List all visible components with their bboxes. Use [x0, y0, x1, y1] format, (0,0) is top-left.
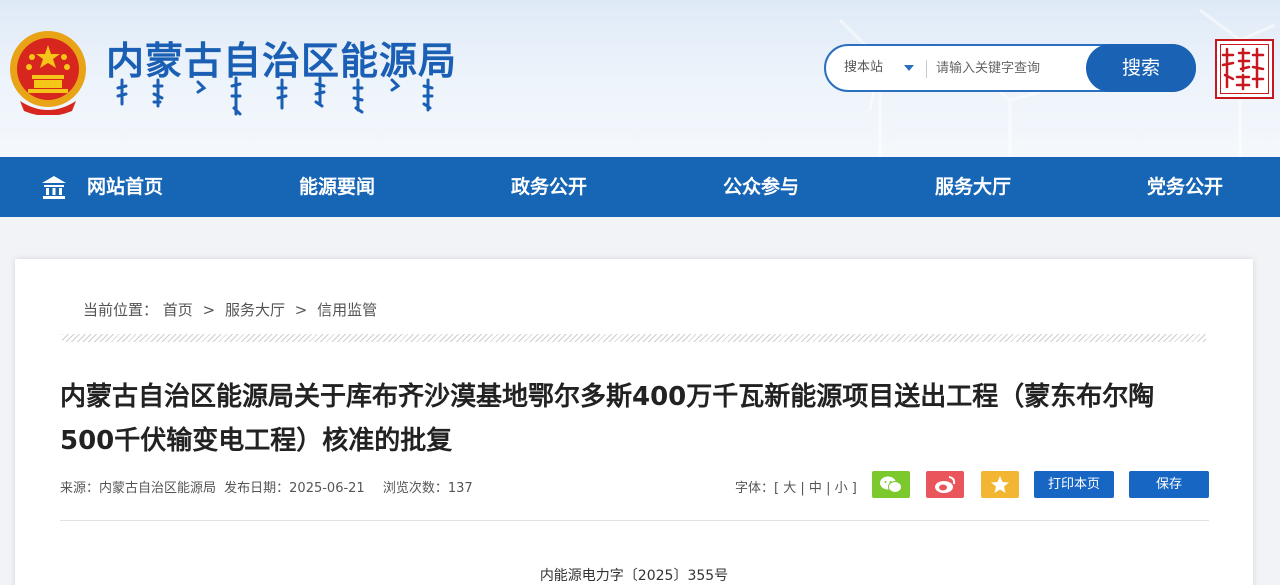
chevron-down-icon[interactable] [904, 65, 914, 71]
save-button[interactable]: 保存 [1129, 471, 1209, 498]
breadcrumb-separator: > [294, 301, 308, 319]
meta-divider [60, 520, 1209, 521]
breadcrumb-link-credit-supervision[interactable]: 信用监管 [317, 299, 377, 320]
inner-mongolia-seal-icon [1215, 39, 1274, 99]
font-size-medium[interactable]: 中 [809, 481, 822, 496]
search-box: 搜本站 搜索 [824, 44, 1196, 92]
mongolian-script-title [116, 76, 434, 116]
breadcrumb-separator: > [202, 301, 216, 319]
breadcrumb-prefix: 当前位置： [83, 301, 159, 319]
main-nav: 网站首页 能源要闻 政务公开 公众参与 服务大厅 党务公开 [0, 157, 1280, 217]
font-size-close: ] [851, 481, 857, 496]
breadcrumb-link-service-hall[interactable]: 服务大厅 [225, 299, 285, 320]
article-source: 来源：内蒙古自治区能源局 [60, 481, 217, 496]
nav-item-party-affairs[interactable]: 党务公开 [1147, 157, 1223, 217]
article-publish-date: 发布日期：2025-06-21 [224, 481, 365, 496]
nav-item-public-participation[interactable]: 公众参与 [723, 157, 799, 217]
wechat-icon [880, 476, 902, 493]
font-size-control: 字体：[ 大 | 中 | 小 ] [735, 477, 857, 496]
nav-item-energy-news[interactable]: 能源要闻 [299, 157, 375, 217]
font-size-separator: | [800, 481, 805, 496]
hatched-divider [62, 334, 1206, 342]
nav-item-home[interactable]: 网站首页 [87, 157, 163, 217]
font-size-separator: | [826, 481, 831, 496]
document-number: 内能源电力字〔2025〕355号 [539, 568, 729, 584]
search-input[interactable] [936, 54, 1086, 82]
star-icon [991, 476, 1009, 493]
home-icon[interactable] [41, 174, 67, 200]
nav-item-service-hall[interactable]: 服务大厅 [935, 157, 1011, 217]
nav-item-government-affairs[interactable]: 政务公开 [511, 157, 587, 217]
font-size-small[interactable]: 小 [835, 481, 848, 496]
site-header: 内蒙古自治区能源局 搜本站 搜索 [0, 0, 1280, 157]
share-wechat-button[interactable] [872, 471, 910, 498]
print-button[interactable]: 打印本页 [1034, 471, 1114, 498]
article-view-count: 浏览次数：137 [382, 481, 473, 496]
seal-glyphs [1221, 47, 1265, 91]
search-button[interactable]: 搜索 [1086, 44, 1196, 92]
breadcrumb-link-home[interactable]: 首页 [163, 299, 193, 320]
font-size-label: 字体：[ [735, 481, 780, 496]
article-meta: 来源：内蒙古自治区能源局 发布日期：2025-06-21 浏览次数：137 [60, 477, 477, 496]
favorite-button[interactable] [981, 471, 1019, 498]
search-scope-select[interactable]: 搜本站 [844, 46, 883, 90]
search-divider [926, 60, 927, 78]
article-card: 当前位置： 首页 > 服务大厅 > 信用监管 内蒙古自治区能源局关于库布齐沙漠基… [15, 259, 1253, 585]
share-weibo-button[interactable] [926, 471, 964, 498]
weibo-icon [935, 476, 956, 493]
national-emblem-icon [10, 31, 86, 115]
breadcrumb: 当前位置： 首页 > 服务大厅 > 信用监管 [83, 299, 377, 320]
article-title: 内蒙古自治区能源局关于库布齐沙漠基地鄂尔多斯400万千瓦新能源项目送出工程（蒙东… [60, 382, 1155, 456]
font-size-large[interactable]: 大 [783, 481, 796, 496]
